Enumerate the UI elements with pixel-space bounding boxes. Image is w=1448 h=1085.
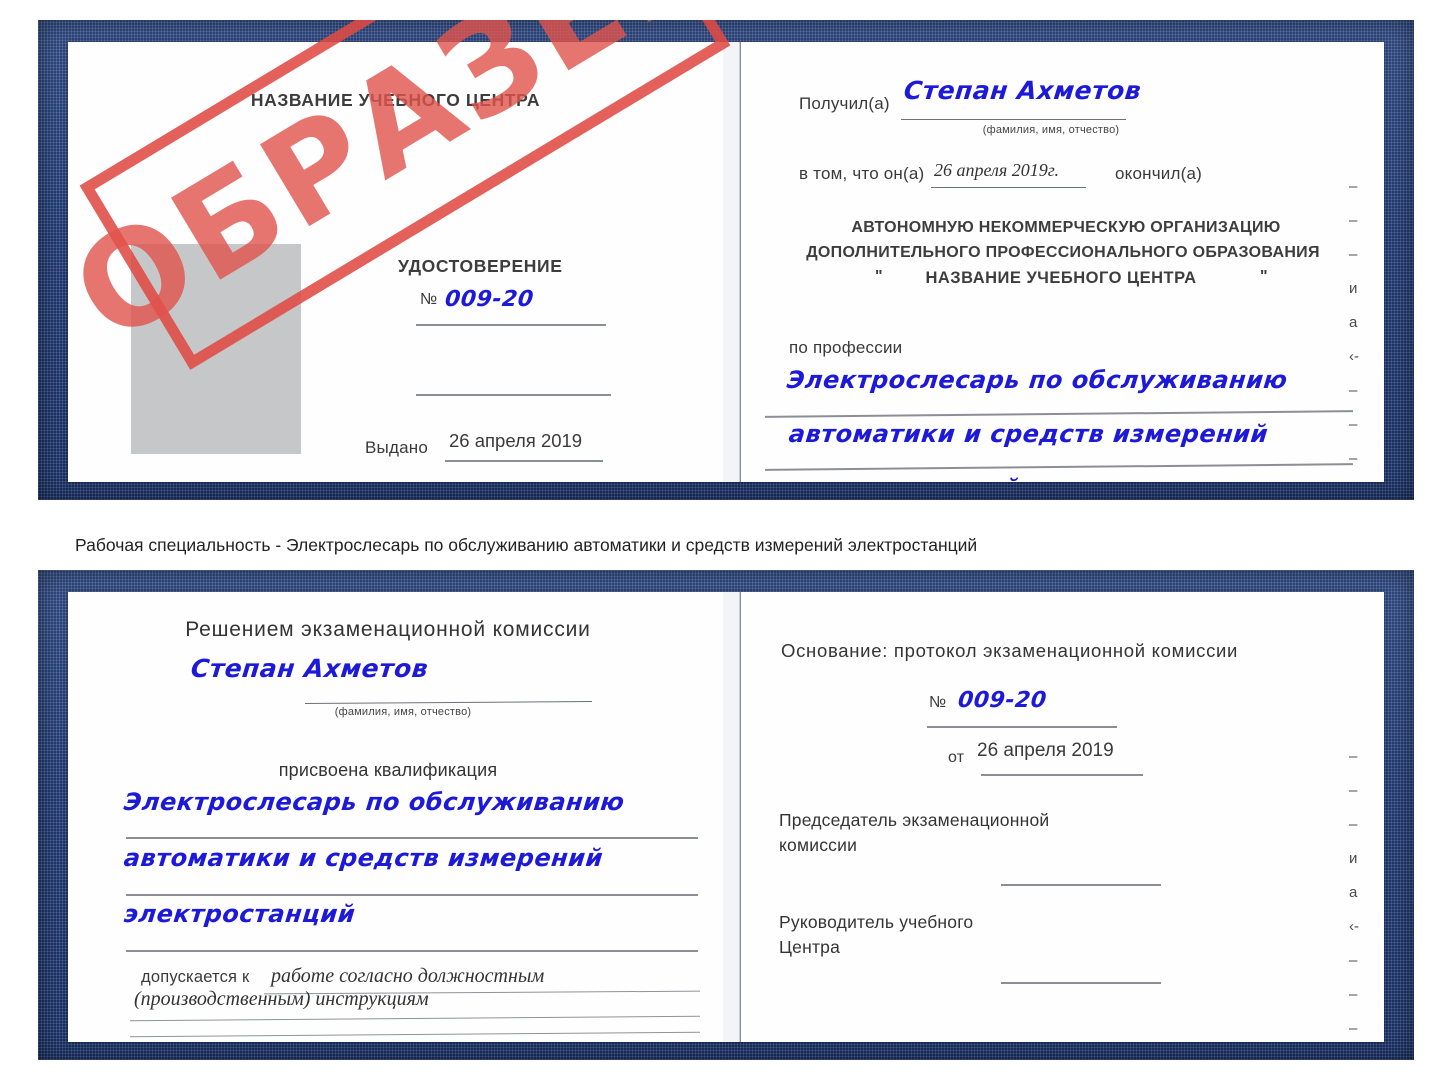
certificate-number-label: № <box>420 291 438 308</box>
organization-line-1: АВТОНОМНУЮ НЕКОММЕРЧЕСКУЮ ОРГАНИЗАЦИЮ <box>851 219 1281 236</box>
finished-label: окончил(а) <box>1115 164 1202 183</box>
protocol-date-label: от <box>948 749 965 766</box>
awardee-name-rule <box>304 700 593 705</box>
qualification-rule-1 <box>126 837 698 839</box>
commission-decision-header: Решением экзаменационной комиссии <box>185 618 591 641</box>
basis-label: Основание: протокол экзаменационной коми… <box>781 640 1239 661</box>
completion-date-rule <box>931 187 1086 189</box>
head-label-line-2: Центра <box>779 937 841 957</box>
bottom-left-page: Решением экзаменационной комиссии Степан… <box>68 592 723 1042</box>
profession-label: по профессии <box>789 338 903 357</box>
top-right-page: Получил(а) Степан Ахметов (фамилия, имя,… <box>741 42 1384 482</box>
bottom-right-edge-fragments: – – – и а ‹- – – – – <box>1349 748 1359 1037</box>
page-caption: Рабочая специальность - Электрослесарь п… <box>75 535 978 555</box>
head-label-line-1: Руководитель учебного <box>779 912 974 932</box>
awardee-name-value: Степан Ахметов <box>189 654 430 683</box>
issued-label: Выдано <box>365 438 428 457</box>
protocol-number-value: 009-20 <box>956 688 1048 713</box>
qualification-label: присвоена квалификация <box>278 760 498 780</box>
profession-rule-2 <box>765 463 1353 471</box>
bottom-certificate-pages: Решением экзаменационной комиссии Степан… <box>68 592 1384 1042</box>
chairman-signature-rule <box>1001 884 1161 886</box>
issued-date-rule <box>445 460 603 462</box>
issued-date-value: 26 апреля 2019 <box>449 430 583 451</box>
received-label: Получил(а) <box>799 94 890 113</box>
profession-rule-1 <box>765 410 1353 418</box>
certificate-number-value: 009-20 <box>443 287 535 312</box>
top-certificate: НАЗВАНИЕ УЧЕБНОГО ЦЕНТРА УДОСТОВЕРЕНИЕ №… <box>38 20 1414 500</box>
name-hint-top: (фамилия, имя, отчество) <box>982 124 1120 136</box>
received-name-value: Степан Ахметов <box>902 76 1143 105</box>
top-right-edge-fragments: – – – и а ‹- – – – – <box>1349 178 1359 467</box>
seal-label: М.П. <box>194 479 231 482</box>
head-signature-rule <box>1001 982 1161 984</box>
organization-line-2: ДОПОЛНИТЕЛЬНОГО ПРОФЕССИОНАЛЬНОГО ОБРАЗО… <box>806 244 1320 261</box>
profession-line-2: автоматики и средств измерений <box>787 420 1270 448</box>
protocol-number-rule <box>927 726 1117 728</box>
organization-line-3: НАЗВАНИЕ УЧЕБНОГО ЦЕНТРА <box>925 269 1197 287</box>
training-center-header: НАЗВАНИЕ УЧЕБНОГО ЦЕНТРА <box>250 90 541 110</box>
top-left-page: НАЗВАНИЕ УЧЕБНОГО ЦЕНТРА УДОСТОВЕРЕНИЕ №… <box>68 42 723 482</box>
qualification-rule-2 <box>126 894 698 896</box>
certificate-title: УДОСТОВЕРЕНИЕ <box>398 256 563 276</box>
bottom-certificate: Решением экзаменационной комиссии Степан… <box>38 570 1414 1060</box>
profession-line-3: электростанций <box>788 474 1022 482</box>
completion-date-value: 26 апреля 2019г. <box>934 160 1060 180</box>
qualification-line-2: автоматики и средств измерений <box>122 844 605 872</box>
admitted-value-line-1: работе согласно должностным <box>271 965 545 987</box>
admitted-label: допускается к <box>141 968 250 986</box>
admitted-rule-3 <box>130 1031 700 1038</box>
certificate-number-rule <box>416 324 606 326</box>
organization-quote-close: " <box>1260 268 1268 285</box>
photo-placeholder <box>131 244 301 454</box>
name-hint-bottom: (фамилия, имя, отчество) <box>334 706 472 718</box>
top-certificate-pages: НАЗВАНИЕ УЧЕБНОГО ЦЕНТРА УДОСТОВЕРЕНИЕ №… <box>68 42 1384 482</box>
profession-line-1: Электрослесарь по обслуживанию <box>785 366 1289 394</box>
qualification-line-3: электростанций <box>122 900 357 928</box>
qualification-rule-3 <box>126 950 698 952</box>
protocol-date-value: 26 апреля 2019 <box>977 740 1114 761</box>
certificate-middle-rule <box>416 394 611 396</box>
admitted-value-line-2: (производственным) инструкциям <box>134 988 429 1010</box>
bottom-right-page: Основание: протокол экзаменационной коми… <box>741 592 1384 1042</box>
admitted-rule-2 <box>130 1015 700 1022</box>
qualification-line-1: Электрослесарь по обслуживанию <box>122 788 626 816</box>
in-that-label: в том, что он(а) <box>799 164 925 183</box>
received-name-rule <box>901 119 1126 121</box>
protocol-date-rule <box>981 774 1143 776</box>
protocol-number-label: № <box>929 694 947 711</box>
chairman-label-line-1: Председатель экзаменационной <box>779 810 1050 830</box>
chairman-label-line-2: комиссии <box>779 835 858 855</box>
